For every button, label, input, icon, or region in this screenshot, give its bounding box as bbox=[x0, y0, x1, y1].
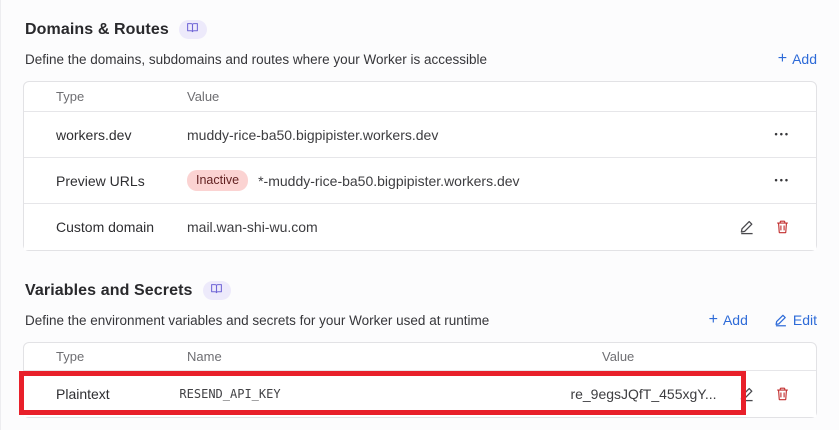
edit-pencil-icon[interactable] bbox=[739, 386, 755, 402]
more-options-icon[interactable]: ••• bbox=[775, 176, 790, 185]
column-header-value: Value bbox=[187, 89, 220, 104]
row-type-label: Preview URLs bbox=[56, 172, 145, 189]
table-row-custom-domain: Custom domain mail.wan-shi-wu.com bbox=[24, 204, 816, 250]
domains-table: Type Value workers.dev muddy-rice-ba50.b… bbox=[23, 81, 817, 251]
open-book-icon bbox=[186, 21, 199, 39]
domains-table-header: Type Value bbox=[24, 82, 816, 112]
domains-subtitle-row: Define the domains, subdomains and route… bbox=[1, 39, 839, 68]
worker-settings-page: Domains & Routes Define the domains, sub… bbox=[0, 0, 839, 430]
edit-pencil-icon[interactable] bbox=[739, 219, 755, 235]
docs-link-badge[interactable] bbox=[202, 281, 231, 300]
table-row-preview-urls: Preview URLs Inactive *-muddy-rice-ba50.… bbox=[24, 158, 816, 204]
variables-section-header: Variables and Secrets bbox=[1, 251, 839, 300]
variables-edit-button[interactable]: Edit bbox=[774, 312, 817, 328]
variables-subtitle-row: Define the environment variables and sec… bbox=[1, 300, 839, 329]
delete-trash-icon[interactable] bbox=[775, 386, 790, 402]
delete-trash-icon[interactable] bbox=[775, 219, 790, 235]
variable-name: RESEND_API_KEY bbox=[179, 387, 281, 401]
docs-link-badge[interactable] bbox=[178, 20, 207, 39]
open-book-icon bbox=[210, 282, 223, 300]
variables-table: Type Name Value Plaintext RESEND_API_KEY… bbox=[23, 342, 817, 418]
domains-section-title: Domains & Routes bbox=[25, 20, 169, 38]
domains-subtitle: Define the domains, subdomains and route… bbox=[25, 51, 487, 67]
column-header-name: Name bbox=[187, 349, 222, 364]
variable-value: re_9egsJQfT_455xgY... bbox=[570, 386, 717, 402]
table-row-workers-dev: workers.dev muddy-rice-ba50.bigpipister.… bbox=[24, 112, 816, 158]
row-type-label: Custom domain bbox=[56, 219, 155, 235]
variables-add-button[interactable]: + Add bbox=[708, 311, 748, 329]
edit-pencil-icon bbox=[774, 313, 788, 327]
row-value: muddy-rice-ba50.bigpipister.workers.dev bbox=[187, 126, 439, 143]
plus-icon: + bbox=[777, 50, 788, 67]
variables-section-title: Variables and Secrets bbox=[25, 281, 193, 299]
domains-section-header: Domains & Routes bbox=[1, 0, 839, 39]
domains-add-button[interactable]: + Add bbox=[777, 50, 817, 68]
domains-add-label: Add bbox=[792, 51, 817, 67]
variables-edit-label: Edit bbox=[792, 312, 817, 328]
variables-add-label: Add bbox=[722, 312, 748, 328]
variables-subtitle: Define the environment variables and sec… bbox=[25, 312, 490, 328]
row-type-label: Plaintext bbox=[56, 386, 110, 402]
column-header-value: Value bbox=[602, 349, 635, 364]
table-row-resend-api-key: Plaintext RESEND_API_KEY re_9egsJQfT_455… bbox=[24, 371, 816, 417]
row-value: *-muddy-rice-ba50.bigpipister.workers.de… bbox=[258, 172, 520, 189]
variables-table-header: Type Name Value bbox=[24, 343, 816, 371]
inactive-status-badge: Inactive bbox=[187, 170, 249, 191]
plus-icon: + bbox=[708, 311, 718, 328]
column-header-type: Type bbox=[56, 349, 85, 364]
more-options-icon[interactable]: ••• bbox=[775, 130, 790, 139]
column-header-type: Type bbox=[56, 89, 85, 104]
row-type-label: workers.dev bbox=[56, 126, 132, 143]
row-value: mail.wan-shi-wu.com bbox=[187, 219, 318, 235]
